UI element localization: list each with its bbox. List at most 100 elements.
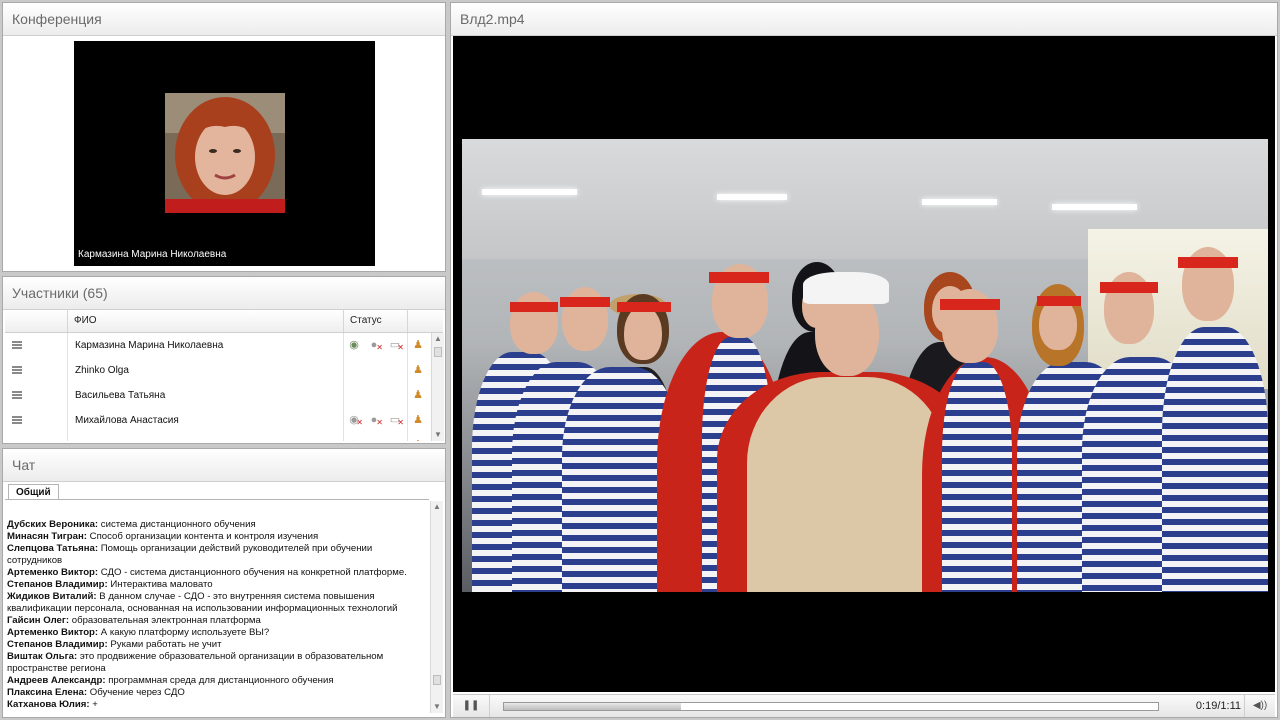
user-icon[interactable]: ♟ bbox=[411, 388, 425, 402]
drag-column-header[interactable] bbox=[5, 310, 67, 332]
camera-on-icon[interactable]: ◉ bbox=[347, 338, 361, 352]
chat-message: Катханова Юлия: + bbox=[7, 699, 427, 711]
chat-message: Минасян Тигран: Способ организации конте… bbox=[7, 531, 427, 543]
camera-off-icon[interactable]: ◉ bbox=[347, 413, 363, 430]
camera-off-icon[interactable]: ◉ bbox=[347, 438, 361, 441]
screen-off-icon[interactable]: ▭ bbox=[388, 438, 402, 441]
participants-scrollbar[interactable]: ▲ ▼ bbox=[431, 333, 444, 441]
chat-author: Жидиков Виталий: bbox=[7, 591, 97, 602]
scroll-thumb[interactable] bbox=[433, 675, 441, 685]
chat-author: Катханова Юлия: bbox=[7, 699, 90, 710]
chat-message: Плаксина Елена: Обучение через СДО bbox=[7, 687, 427, 699]
chat-tab-general[interactable]: Общий bbox=[8, 484, 59, 500]
chat-message: Степанов Владимир: Интерактива маловато bbox=[7, 579, 427, 591]
user-icon[interactable]: ♟ bbox=[411, 338, 425, 352]
chat-message: Степанов Владимир: Руками работать не уч… bbox=[7, 639, 427, 651]
chat-text: программная среда для дистанционного обу… bbox=[105, 675, 334, 686]
person bbox=[1162, 247, 1268, 592]
chat-text: Обучение через СДО bbox=[87, 687, 185, 698]
user-icon[interactable]: ♟ bbox=[411, 363, 425, 377]
chat-text: Интерактива маловато bbox=[107, 579, 213, 590]
chat-message: Гайсин Олег: образовательная электронная… bbox=[7, 615, 427, 627]
participant-row[interactable]: Х... Е... ◉ ● ▭ ♟ bbox=[5, 433, 431, 441]
participants-list: Кармазина Марина Николаевна ◉ ● ▭ ♟ Zhin… bbox=[5, 333, 431, 441]
chat-message: Артеменко Виктор: СДО - система дистанци… bbox=[7, 567, 427, 579]
ceiling-light bbox=[922, 199, 997, 205]
chat-author: Дубских Вероника: bbox=[7, 519, 99, 530]
participants-title: Участники (65) bbox=[3, 277, 445, 310]
chat-text: + bbox=[89, 699, 98, 710]
scroll-thumb[interactable] bbox=[434, 347, 442, 357]
speaker-name-label: Кармазина Марина Николаевна bbox=[78, 249, 227, 260]
chat-author: Степанов Владимир: bbox=[7, 579, 108, 590]
participant-row[interactable]: Михайлова Анастасия ◉ ● ▭ ♟ bbox=[5, 408, 431, 433]
chat-panel: Чат Общий Дубских Вероника: система дист… bbox=[2, 448, 446, 718]
ceiling-light bbox=[1052, 204, 1137, 210]
chat-title: Чат bbox=[3, 449, 445, 482]
chat-scrollbar[interactable]: ▲ ▼ bbox=[430, 501, 443, 713]
time-current: 0:19 bbox=[1195, 700, 1218, 712]
chat-text: Руками работать не учит bbox=[107, 639, 222, 650]
chat-text: система дистанционного обучения bbox=[98, 519, 256, 530]
user-icon[interactable]: ♟ bbox=[411, 438, 425, 441]
video-progress-fill bbox=[504, 703, 681, 710]
chat-text: Способ организации контента и контроля и… bbox=[87, 531, 319, 542]
chat-author: Артеменко Виктор: bbox=[7, 567, 99, 578]
chat-messages-area: Дубских Вероника: система дистанционного… bbox=[5, 499, 429, 715]
mic-off-icon[interactable]: ● bbox=[367, 438, 381, 441]
video-panel: Влд2.mp4 ❚❚ 0:19/1:11 ◀)) bbox=[450, 2, 1278, 718]
participants-grid-header: ФИО Статус bbox=[5, 310, 443, 333]
scroll-down-icon[interactable]: ▼ bbox=[431, 701, 443, 713]
video-progress-bar[interactable] bbox=[503, 702, 1159, 711]
screen-off-icon[interactable]: ▭ bbox=[388, 338, 404, 355]
screen-off-icon[interactable]: ▭ bbox=[388, 413, 404, 430]
chat-message: Виштак Ольга: это продвижение образовате… bbox=[7, 651, 427, 675]
chat-author: Артеменко Виктор: bbox=[7, 627, 99, 638]
video-frame bbox=[462, 139, 1268, 592]
chat-author: Гайсин Олег: bbox=[7, 615, 70, 626]
participant-row[interactable]: Zhinko Olga ♟ bbox=[5, 358, 431, 383]
participant-row[interactable]: Кармазина Марина Николаевна ◉ ● ▭ ♟ bbox=[5, 333, 431, 358]
participant-row[interactable]: Васильева Татьяна ♟ bbox=[5, 383, 431, 408]
mic-off-icon[interactable]: ● bbox=[367, 413, 383, 430]
chat-message: Слепцова Татьяна: Помощь организации дей… bbox=[7, 543, 427, 567]
conference-title: Конференция bbox=[3, 3, 445, 36]
chat-author: Плаксина Елена: bbox=[7, 687, 88, 698]
fio-column-header[interactable]: ФИО bbox=[67, 310, 343, 332]
mic-off-icon[interactable]: ● bbox=[367, 338, 383, 355]
video-time: 0:19/1:11 bbox=[1196, 695, 1241, 717]
drag-handle-icon[interactable] bbox=[12, 391, 22, 399]
drag-handle-icon[interactable] bbox=[12, 416, 22, 424]
chat-message: Андреев Александр: программная среда для… bbox=[7, 675, 427, 687]
conference-panel: Конференция Кармазина Марина Николаевна bbox=[2, 2, 446, 272]
chat-text: образовательная электронная платформа bbox=[69, 615, 261, 626]
user-icon[interactable]: ♟ bbox=[411, 413, 425, 427]
scroll-up-icon[interactable]: ▲ bbox=[431, 501, 443, 513]
drag-handle-icon[interactable] bbox=[12, 366, 22, 374]
chat-text: СДО - система дистанционного обучения на… bbox=[98, 567, 407, 578]
ceiling-light bbox=[482, 189, 577, 195]
chat-author: Слепцова Татьяна: bbox=[7, 543, 99, 554]
role-column-header[interactable] bbox=[407, 310, 445, 332]
participant-name: Михайлова Анастасия bbox=[75, 415, 179, 426]
chat-text: А какую платформу используете ВЫ? bbox=[98, 627, 270, 638]
scroll-up-icon[interactable]: ▲ bbox=[432, 333, 444, 345]
scroll-down-icon[interactable]: ▼ bbox=[432, 429, 444, 441]
status-column-header[interactable]: Статус bbox=[343, 310, 407, 332]
participants-panel: Участники (65) ФИО Статус Кармазина Мари… bbox=[2, 276, 446, 444]
participant-name: Zhinko Olga bbox=[75, 365, 129, 376]
chat-message: Жидиков Виталий: В данном случае - СДО -… bbox=[7, 591, 427, 615]
video-player[interactable] bbox=[453, 36, 1275, 692]
speaker-video[interactable]: Кармазина Марина Николаевна bbox=[74, 41, 375, 266]
chat-message-list: Дубских Вероника: система дистанционного… bbox=[7, 519, 427, 711]
participant-name: Х... Е... bbox=[75, 433, 108, 441]
drag-handle-icon[interactable] bbox=[12, 341, 22, 349]
ceiling-light bbox=[717, 194, 787, 200]
time-total: 1:11 bbox=[1220, 700, 1241, 712]
chat-message: Артеменко Виктор: А какую платформу испо… bbox=[7, 627, 427, 639]
chat-author: Степанов Владимир: bbox=[7, 639, 108, 650]
volume-icon[interactable]: ◀)) bbox=[1244, 695, 1275, 717]
participant-name: Кармазина Марина Николаевна bbox=[75, 340, 224, 351]
video-title: Влд2.mp4 bbox=[451, 3, 1277, 36]
pause-icon[interactable]: ❚❚ bbox=[453, 695, 490, 717]
